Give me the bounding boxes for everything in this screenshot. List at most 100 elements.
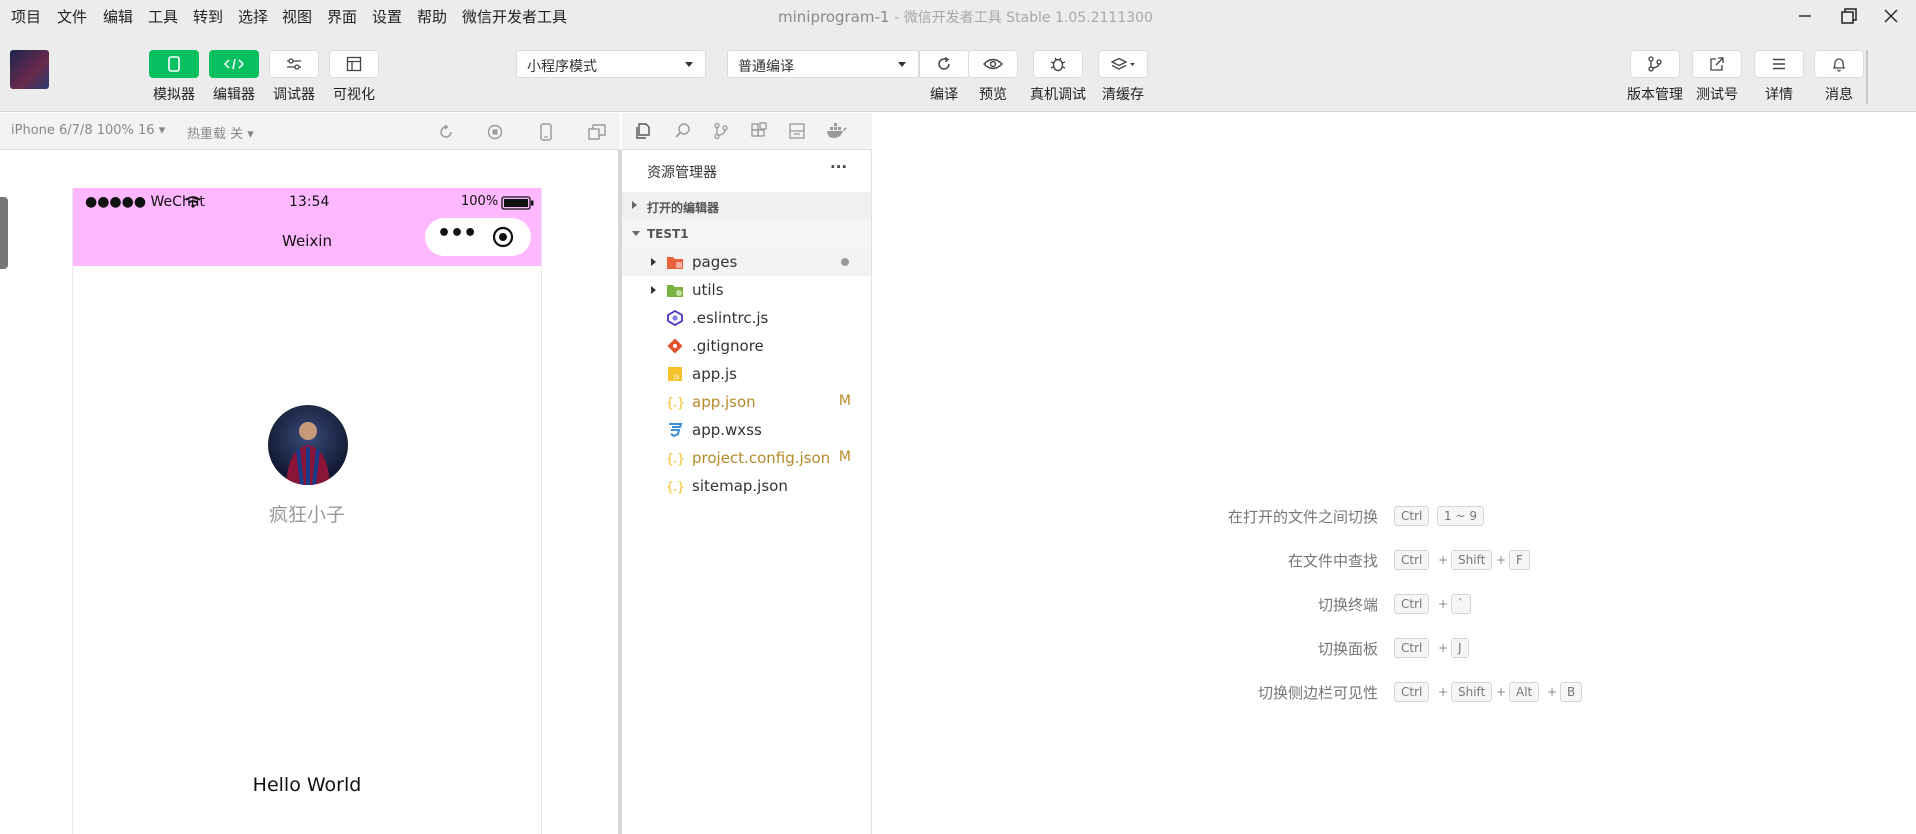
window-title-subtitle: - 微信开发者工具 Stable 1.05.2111300 xyxy=(894,10,1153,26)
visualize-button[interactable] xyxy=(329,50,379,78)
title-bar: 项目 文件 编辑 工具 转到 选择 视图 界面 设置 帮助 微信开发者工具 mi… xyxy=(0,0,1916,32)
tree-item-app-js[interactable]: JS app.js xyxy=(622,360,871,388)
tree-item-label: utils xyxy=(692,281,724,299)
minimize-icon xyxy=(1799,15,1811,17)
more-icon[interactable]: ••• xyxy=(437,221,477,246)
toolbar-divider xyxy=(1866,50,1868,104)
tree-item-app-wxss[interactable]: app.wxss xyxy=(622,416,871,444)
menu-edit[interactable]: 编辑 xyxy=(103,6,133,27)
tree-item-app-json[interactable]: {} app.json M xyxy=(622,388,871,416)
explorer-more-button[interactable]: ··· xyxy=(830,158,847,176)
device-icon[interactable] xyxy=(540,123,552,141)
project-section[interactable]: TEST1 xyxy=(622,220,871,248)
preview-button[interactable] xyxy=(968,50,1018,78)
version-button[interactable] xyxy=(1630,50,1680,78)
menu-view[interactable]: 视图 xyxy=(282,6,312,27)
details-button[interactable] xyxy=(1754,50,1804,78)
files-icon[interactable] xyxy=(634,122,652,140)
preview-label: 预览 xyxy=(979,87,1007,103)
activity-bar xyxy=(622,113,872,150)
menu-goto[interactable]: 转到 xyxy=(193,6,223,27)
menu-tools[interactable]: 工具 xyxy=(148,6,178,27)
key-plus: + xyxy=(1438,685,1449,699)
editor-button[interactable] xyxy=(209,50,259,78)
compile-select[interactable]: 普通编译 xyxy=(727,50,919,78)
tree-item-label: .eslintrc.js xyxy=(692,309,769,327)
simulator-button[interactable] xyxy=(149,50,199,78)
key-cap: Ctrl xyxy=(1394,550,1430,570)
eslint-icon xyxy=(667,310,683,326)
eye-icon xyxy=(983,58,1003,70)
open-editors-section[interactable]: 打开的编辑器 xyxy=(622,192,871,220)
menu-icon xyxy=(1773,58,1785,70)
javascript-icon: JS xyxy=(668,367,682,381)
tree-item-sitemap[interactable]: {} sitemap.json xyxy=(622,472,871,500)
menu-devtools[interactable]: 微信开发者工具 xyxy=(462,6,567,27)
key-plus: + xyxy=(1438,641,1449,655)
rotate-icon[interactable] xyxy=(438,124,454,140)
json-icon: {} xyxy=(666,452,684,466)
tree-item-utils[interactable]: utils xyxy=(622,276,871,304)
git-icon xyxy=(667,338,683,354)
window-title-project: miniprogram-1 xyxy=(778,8,890,26)
mode-select[interactable]: 小程序模式 xyxy=(516,50,706,78)
key-plus: + xyxy=(1438,553,1449,567)
chevron-right-icon xyxy=(651,286,656,294)
close-button[interactable] xyxy=(1864,0,1916,32)
menu-help[interactable]: 帮助 xyxy=(417,6,447,27)
menu-select[interactable]: 选择 xyxy=(238,6,268,27)
source-control-icon[interactable] xyxy=(712,122,730,140)
tree-item-project-config[interactable]: {} project.config.json M xyxy=(622,444,871,472)
clear-cache-button[interactable] xyxy=(1098,50,1148,78)
compile-button[interactable] xyxy=(919,50,969,78)
close-miniprogram-icon[interactable] xyxy=(492,226,514,248)
close-icon xyxy=(1884,9,1898,23)
bell-icon xyxy=(1832,58,1846,72)
docker-icon[interactable] xyxy=(826,122,848,140)
key-plus: + xyxy=(1438,597,1449,611)
battery-icon xyxy=(501,196,534,210)
user-avatar[interactable] xyxy=(10,50,49,89)
key-cap: F xyxy=(1509,550,1530,570)
menu-settings[interactable]: 设置 xyxy=(372,6,402,27)
menu-project[interactable]: 项目 xyxy=(11,6,41,27)
branch-icon xyxy=(1648,56,1662,72)
modified-dot xyxy=(841,258,849,266)
popout-icon[interactable] xyxy=(588,124,606,140)
tree-item-pages[interactable]: pages xyxy=(622,248,871,276)
test-account-button[interactable] xyxy=(1692,50,1742,78)
tree-item-eslintrc[interactable]: .eslintrc.js xyxy=(622,304,871,332)
key-cap: Ctrl xyxy=(1394,506,1430,526)
mode-select-value: 小程序模式 xyxy=(527,59,597,75)
menu-interface[interactable]: 界面 xyxy=(327,6,357,27)
window-title: miniprogram-1 - 微信开发者工具 Stable 1.05.2111… xyxy=(778,7,1153,27)
key-cap: Ctrl xyxy=(1394,638,1430,658)
menu-file[interactable]: 文件 xyxy=(57,6,87,27)
stop-icon[interactable] xyxy=(487,124,503,140)
key-cap: Shift xyxy=(1451,682,1493,702)
device-scroll-handle[interactable] xyxy=(0,197,8,269)
storage-icon[interactable] xyxy=(788,122,806,140)
tree-item-gitignore[interactable]: .gitignore xyxy=(622,332,871,360)
tree-item-label: pages xyxy=(692,253,738,271)
device-select[interactable]: iPhone 6/7/8 100% 16 ▾ xyxy=(11,123,165,138)
real-debug-button[interactable] xyxy=(1033,50,1083,78)
capsule-menu: ••• xyxy=(425,218,531,256)
extensions-icon[interactable] xyxy=(750,122,768,140)
hot-reload-select[interactable]: 热重载 关 ▾ xyxy=(187,123,254,142)
debugger-button[interactable] xyxy=(269,50,319,78)
folder-pages-icon xyxy=(667,257,683,269)
shortcut-label: 在文件中查找 xyxy=(1287,552,1378,570)
messages-button[interactable] xyxy=(1814,50,1864,78)
user-nickname: 疯狂小子 xyxy=(268,504,345,526)
chevron-right-icon xyxy=(632,201,637,209)
hello-text: Hello World xyxy=(252,774,362,796)
navigation-bar: ●●●●● WeChat 13:54 100% Weixin ••• xyxy=(73,188,541,266)
tree-item-label: sitemap.json xyxy=(692,477,788,495)
search-icon[interactable] xyxy=(674,122,692,140)
editor-area: 在打开的文件之间切换 Ctrl 1 ~ 9 在文件中查找 Ctrl + Shif… xyxy=(873,113,1916,834)
test-account-label: 测试号 xyxy=(1696,87,1738,103)
tree-item-label: .gitignore xyxy=(692,337,764,355)
status-time: 13:54 xyxy=(289,194,330,210)
key-cap: J xyxy=(1451,638,1469,658)
